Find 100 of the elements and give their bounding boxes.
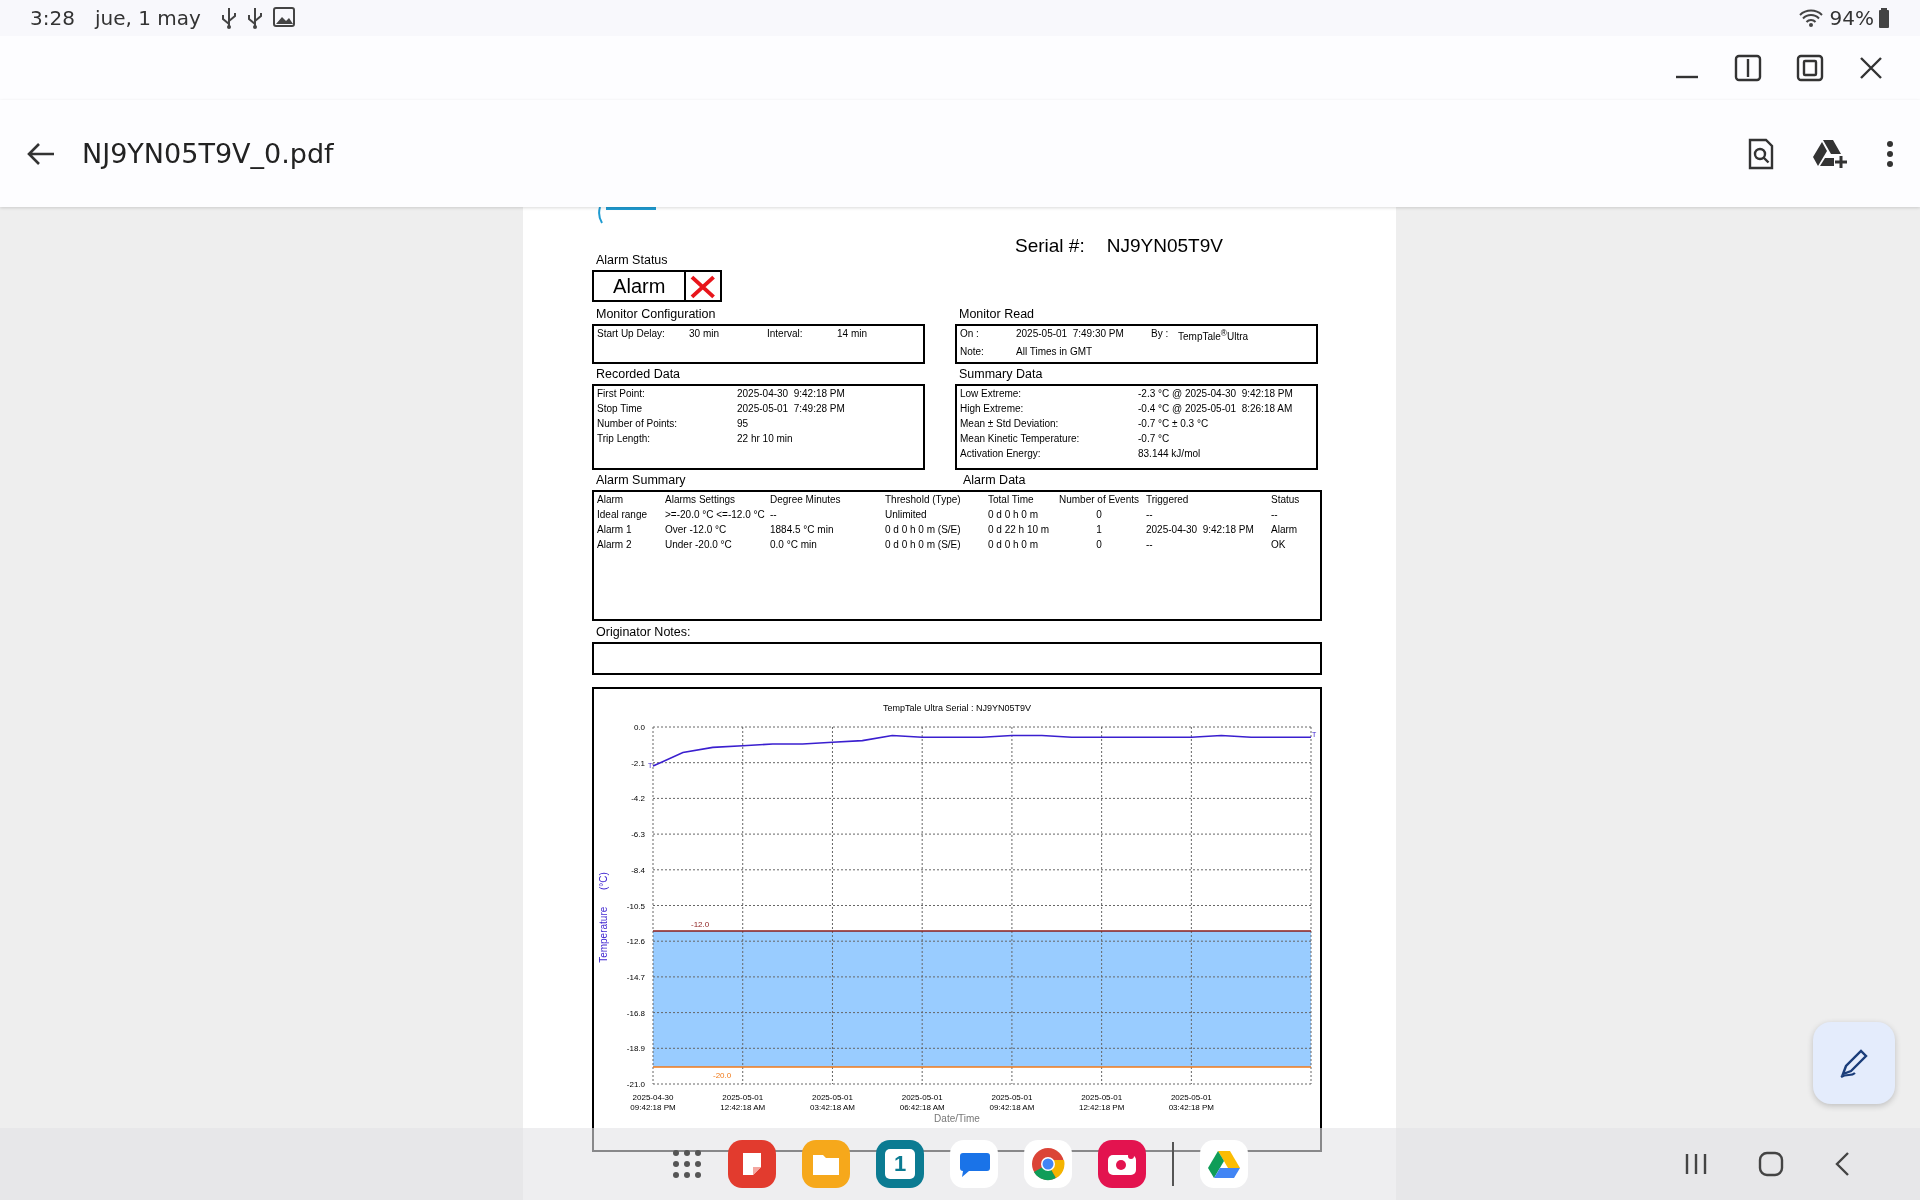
- field-value: -0.7 °C ± 0.3 °C: [1138, 418, 1210, 429]
- table-cell-text: 0: [1095, 509, 1103, 520]
- recent-apps-icon[interactable]: [1684, 1152, 1708, 1176]
- table-cell-text: --: [1146, 509, 1154, 520]
- section-heading: Monitor Configuration: [596, 307, 717, 321]
- browser-app-icon[interactable]: [1024, 1140, 1072, 1188]
- table-cell-text: --: [1271, 509, 1279, 520]
- y-tick-label: -10.5: [626, 901, 645, 911]
- serial-number: NJ9YN05T9V: [1106, 235, 1223, 257]
- field-label: Start Up Delay:: [597, 328, 666, 339]
- field-value: 22 hr 10 min: [737, 433, 794, 444]
- table-cell-text: Over -12.0 °C: [665, 524, 728, 535]
- field-label: Mean Kinetic Temperature:: [960, 433, 1081, 444]
- x-tick-label: 2025-05-01 12:42:18 PM: [1078, 1093, 1125, 1112]
- y-tick-label: -6.3: [631, 830, 645, 840]
- cross-icon: [689, 275, 717, 299]
- table-cell-text: OK: [1271, 539, 1287, 550]
- table-cell-text: --: [770, 509, 778, 520]
- section-heading: Alarm Summary: [596, 473, 687, 487]
- y-tick-label: 0.0: [633, 723, 645, 732]
- field-label: By :: [1151, 328, 1170, 341]
- y-tick-label: -4.2: [631, 794, 645, 804]
- home-icon[interactable]: [1758, 1151, 1784, 1177]
- drive-add-icon[interactable]: [1812, 137, 1848, 170]
- field-label: Trip Length:: [597, 433, 651, 444]
- camera-app-icon[interactable]: [1098, 1140, 1146, 1188]
- wifi-icon: [1797, 8, 1824, 28]
- calendar-app-icon[interactable]: 1: [876, 1140, 924, 1188]
- drive-app-icon[interactable]: [1200, 1140, 1248, 1188]
- usb-icon: [220, 7, 237, 29]
- notes-app-icon[interactable]: [728, 1140, 776, 1188]
- x-tick-label: 2025-05-01 12:42:18 AM: [720, 1093, 766, 1112]
- image-icon: [272, 7, 295, 27]
- back-arrow-icon[interactable]: [26, 140, 56, 167]
- field-label: Mean ± Std Deviation:: [960, 418, 1060, 429]
- battery-percent: 94%: [1829, 6, 1874, 30]
- y-tick-label: -2.1: [631, 758, 645, 768]
- field-label: Interval:: [767, 328, 804, 339]
- field-value: 2025-05-01 7:49:28 PM: [737, 403, 846, 414]
- close-icon[interactable]: [1858, 55, 1884, 81]
- x-tick-label: 2025-04-30 09:42:18 PM: [630, 1093, 676, 1112]
- more-options-icon[interactable]: [1886, 139, 1894, 168]
- table-cell-text: 1: [1095, 524, 1103, 535]
- x-axis-label: Date/Time: [934, 1113, 980, 1124]
- field-value: TempTale$^{®}$Ultra: [1178, 328, 1250, 343]
- field-value: 95: [737, 418, 750, 429]
- table-cell-text: Unlimited: [885, 509, 928, 520]
- field-label: First Point:: [597, 388, 646, 399]
- serial-label: Serial #:: [1015, 235, 1085, 257]
- section-heading: Monitor Read: [959, 307, 1036, 321]
- field-label: Stop Time: [597, 403, 644, 414]
- column-header: Total Time: [988, 494, 1035, 505]
- y-tick-label: -14.7: [626, 972, 645, 982]
- y-tick-label: -16.8: [626, 1008, 645, 1018]
- x-tick-label: 2025-05-01 03:42:18 AM: [810, 1093, 855, 1112]
- table-cell-text: Alarm 1: [597, 524, 633, 535]
- table-cell-text: Ideal range: [597, 509, 649, 520]
- table-cell-text: --: [1146, 539, 1154, 550]
- field-value: 2025-05-01 7:49:30 PM: [1016, 328, 1125, 341]
- table-cell-text: Alarm 2: [597, 539, 633, 550]
- table-cell-text: 0.0 °C min: [770, 539, 818, 550]
- date: jue, 1 may: [94, 6, 201, 30]
- table-cell-text: 0 d 0 h 0 m (S/E): [885, 524, 962, 535]
- section-heading: Alarm Status: [596, 253, 669, 267]
- field-label: Note:: [960, 346, 985, 358]
- field-value: 30 min: [689, 328, 720, 339]
- app-grid-icon[interactable]: [672, 1149, 702, 1179]
- table-cell-text: 0: [1095, 539, 1103, 550]
- field-value: 2025-04-30 9:42:18 PM: [737, 388, 846, 399]
- table-cell-text: Alarm: [1271, 524, 1299, 535]
- edit-button[interactable]: [1813, 1022, 1895, 1104]
- table-cell-text: 2025-04-30 9:42:18 PM: [1146, 524, 1255, 535]
- chart-title: TempTale Ultra Serial : NJ9YN05T9V: [882, 703, 1032, 713]
- file-title: NJ9YN05T9V_0.pdf: [82, 138, 334, 169]
- threshold-label: -12.0: [691, 920, 710, 929]
- pop-up-view-icon[interactable]: [1796, 54, 1824, 82]
- column-header: Status: [1271, 494, 1301, 505]
- table-cell-text: 1884.5 °C min: [770, 524, 835, 535]
- split-view-icon[interactable]: [1734, 54, 1762, 82]
- table-cell-text: 0 d 0 h 0 m: [988, 539, 1040, 550]
- field-label: Activation Energy:: [960, 448, 1042, 459]
- search-document-icon[interactable]: [1748, 137, 1774, 170]
- x-tick-label: 2025-05-01 03:42:18 PM: [1168, 1093, 1215, 1112]
- section-heading: Alarm Data: [963, 473, 1026, 487]
- field-label: Low Extreme:: [960, 388, 1023, 399]
- column-header: Number of Events: [1057, 494, 1140, 505]
- section-heading: Recorded Data: [596, 367, 682, 381]
- field-value: All Times in GMT: [1016, 346, 1094, 358]
- field-label: On :: [960, 328, 980, 341]
- column-header: Threshold (Type): [885, 494, 962, 505]
- back-icon[interactable]: [1834, 1151, 1850, 1177]
- field-label: Number of Points:: [597, 418, 679, 429]
- y-axis-label: Temperature (°C): [598, 872, 609, 963]
- clock: 3:28: [30, 6, 75, 30]
- field-value: 14 min: [837, 328, 868, 339]
- y-tick-label: -18.9: [626, 1044, 645, 1054]
- field-label: High Extreme:: [960, 403, 1025, 414]
- column-header: Degree Minutes: [770, 494, 842, 505]
- table-cell-text: 0 d 0 h 0 m (S/E): [885, 539, 962, 550]
- chat-app-icon[interactable]: [950, 1140, 998, 1188]
